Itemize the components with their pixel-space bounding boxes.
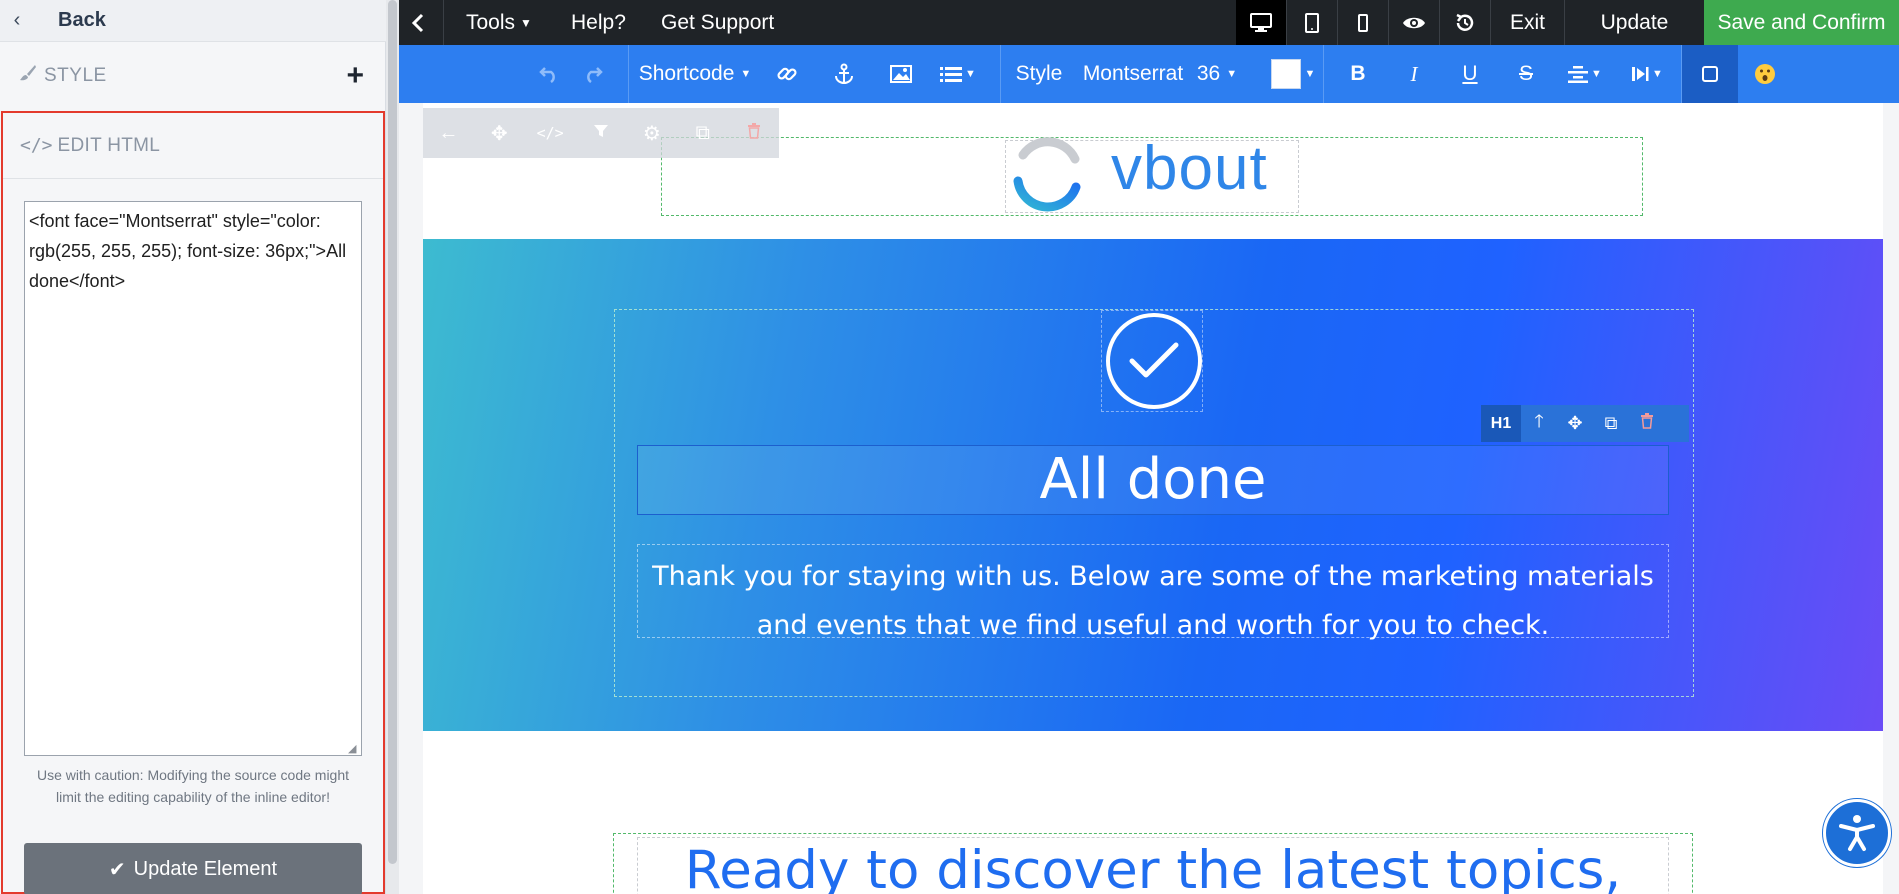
- anchor-icon[interactable]: [818, 45, 870, 103]
- emoji-icon[interactable]: [1739, 45, 1791, 103]
- arrow-up-icon[interactable]: 🡑: [1521, 409, 1557, 439]
- divider: [1000, 45, 1001, 103]
- link-icon[interactable]: [761, 45, 813, 103]
- shortcode-menu[interactable]: Shortcode ▼: [631, 45, 759, 103]
- move-icon[interactable]: ✥: [474, 121, 525, 146]
- caret-down-icon: ▼: [1226, 68, 1238, 80]
- redo-icon[interactable]: [571, 45, 615, 103]
- edit-html-label: EDIT HTML: [57, 134, 161, 156]
- divider: [1323, 45, 1324, 103]
- image-icon[interactable]: [875, 45, 927, 103]
- direction-menu-icon[interactable]: ▼: [1618, 45, 1676, 103]
- text-color-picker[interactable]: ▼: [1267, 45, 1319, 103]
- tools-label: Tools: [466, 10, 516, 34]
- hero-paragraph[interactable]: Thank you for staying with us. Below are…: [637, 552, 1669, 650]
- collapse-sidebar-icon[interactable]: [411, 0, 425, 45]
- code-icon[interactable]: </>: [525, 124, 576, 142]
- top-navigation-bar: Tools ▼ Help? Get Support Exit Update Sa…: [399, 0, 1899, 45]
- h1-tag-label[interactable]: H1: [1481, 405, 1521, 442]
- formatting-toolbar: Shortcode ▼ ▼ Style Montserrat 36 ▼ ▼ B …: [399, 45, 1899, 103]
- font-size-select[interactable]: 36 ▼: [1191, 45, 1243, 103]
- hero-section[interactable]: H1 🡑 ✥ ⧉ All done Thank you for staying …: [423, 239, 1883, 731]
- canvas-gutter-right: [1883, 103, 1899, 894]
- font-size-value: 36: [1196, 62, 1221, 85]
- edit-html-panel: </> EDIT HTML <font face="Montserrat" st…: [1, 111, 385, 894]
- update-element-label: Update Element: [133, 857, 278, 880]
- back-label: Back: [58, 9, 106, 31]
- list-menu-icon[interactable]: ▼: [929, 45, 987, 103]
- bold-button[interactable]: B: [1332, 45, 1384, 103]
- accessibility-icon[interactable]: [1823, 799, 1891, 867]
- font-family-select[interactable]: Montserrat: [1079, 45, 1187, 103]
- logo-wordmark: vbout: [1111, 134, 1268, 203]
- shortcode-label: Shortcode: [638, 62, 735, 85]
- checkmark-icon: [1126, 337, 1182, 388]
- caret-down-icon: ▼: [740, 68, 752, 80]
- undo-icon[interactable]: [527, 45, 571, 103]
- caret-down-icon: ▼: [965, 68, 976, 80]
- back-button[interactable]: ‹ Back: [0, 0, 386, 42]
- save-and-confirm-button[interactable]: Save and Confirm: [1704, 0, 1899, 45]
- italic-button[interactable]: I: [1388, 45, 1440, 103]
- underline-button[interactable]: U: [1444, 45, 1496, 103]
- caret-down-icon: ▼: [1304, 68, 1316, 80]
- arrow-left-icon[interactable]: ←: [423, 122, 474, 145]
- update-element-button[interactable]: ✔ Update Element: [24, 843, 362, 894]
- get-support-link[interactable]: Get Support: [661, 0, 774, 45]
- mobile-view-icon[interactable]: [1338, 0, 1388, 45]
- color-swatch: [1270, 59, 1301, 89]
- trash-icon[interactable]: [1629, 413, 1665, 434]
- vbout-logo-icon: [1009, 137, 1085, 222]
- align-menu-icon[interactable]: ▼: [1556, 45, 1614, 103]
- divider: [443, 0, 444, 45]
- canvas-gutter-left: [399, 103, 423, 894]
- editor-sidebar: ‹ Back STYLE + </> EDIT HTML <font face=…: [0, 0, 386, 894]
- email-canvas: vbout ← ✥ </> ⚙ ⧉ H1 🡑 ✥ ⧉ All done Than…: [399, 103, 1899, 894]
- style-label: STYLE: [44, 65, 107, 86]
- move-icon[interactable]: ✥: [1557, 413, 1593, 434]
- caution-note: Use with caution: Modifying the source c…: [36, 767, 350, 805]
- style-section-header[interactable]: STYLE +: [0, 52, 386, 100]
- chevron-left-icon: ‹: [13, 9, 21, 31]
- checkmark-icon: ✔: [108, 858, 126, 881]
- box-toggle-icon[interactable]: [1682, 45, 1738, 103]
- edit-html-header[interactable]: </> EDIT HTML: [3, 113, 383, 179]
- desktop-view-icon[interactable]: [1236, 0, 1286, 45]
- caret-down-icon: ▼: [1591, 68, 1602, 80]
- code-icon: </>: [20, 135, 53, 156]
- duplicate-icon[interactable]: ⧉: [1593, 413, 1629, 434]
- discover-heading[interactable]: Ready to discover the latest topics,: [613, 840, 1693, 894]
- hero-heading[interactable]: All done: [637, 445, 1669, 515]
- trash-icon[interactable]: [728, 122, 779, 145]
- strikethrough-button[interactable]: S: [1500, 45, 1552, 103]
- filter-icon[interactable]: [576, 122, 627, 145]
- preview-eye-icon[interactable]: [1389, 0, 1439, 45]
- style-menu[interactable]: Style: [1009, 45, 1069, 103]
- update-button[interactable]: Update: [1565, 0, 1704, 45]
- html-source-editor[interactable]: <font face="Montserrat" style="color: rg…: [24, 201, 362, 756]
- paintbrush-icon: [18, 63, 40, 89]
- exit-button[interactable]: Exit: [1491, 0, 1564, 45]
- sidebar-scrollbar-thumb[interactable]: [388, 0, 397, 864]
- help-link[interactable]: Help?: [571, 0, 626, 45]
- divider: [628, 45, 629, 103]
- tools-menu[interactable]: Tools ▼: [466, 0, 532, 45]
- caret-down-icon: ▼: [1652, 68, 1663, 80]
- duplicate-icon[interactable]: ⧉: [677, 122, 728, 145]
- caret-down-icon: ▼: [520, 15, 532, 30]
- settings-gear-icon[interactable]: ⚙: [626, 121, 677, 146]
- resize-grip-icon[interactable]: ◢: [348, 743, 360, 755]
- element-toolbar: H1 🡑 ✥ ⧉: [1481, 405, 1689, 442]
- tablet-view-icon[interactable]: [1287, 0, 1337, 45]
- history-icon[interactable]: [1440, 0, 1490, 45]
- section-toolbar: ← ✥ </> ⚙ ⧉: [423, 108, 779, 158]
- add-style-icon[interactable]: +: [346, 58, 364, 94]
